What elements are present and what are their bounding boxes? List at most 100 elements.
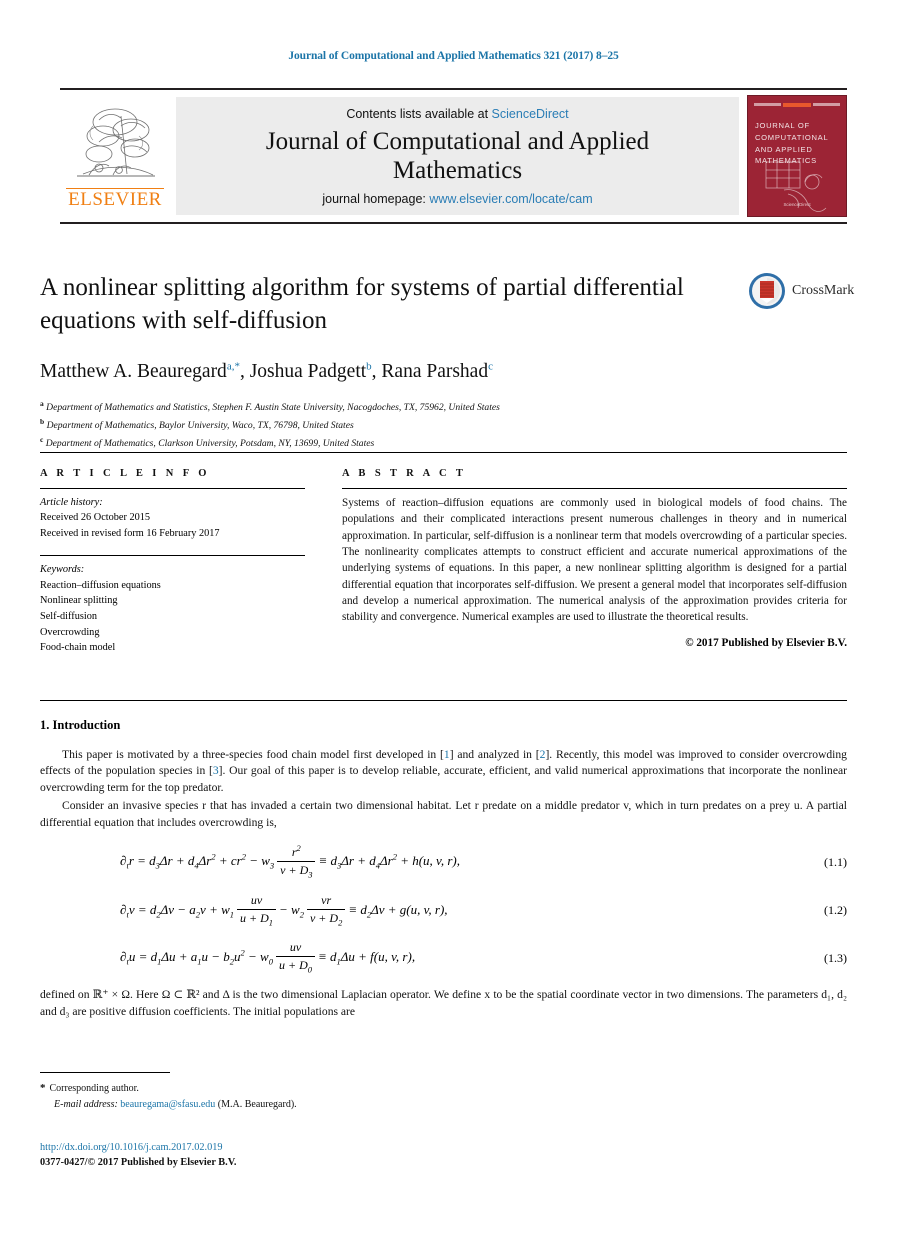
author-1-marks[interactable]: b <box>366 361 372 373</box>
cover-topbar <box>754 101 840 108</box>
paragraph-1: This paper is motivated by a three-speci… <box>40 747 847 796</box>
article-history-group: Article history: Received 26 October 201… <box>40 495 305 541</box>
email-label: E-mail address: <box>54 1099 118 1111</box>
crossmark-icon <box>749 273 785 309</box>
affiliation-a: a Department of Mathematics and Statisti… <box>40 398 740 416</box>
elsevier-tree-icon <box>77 108 155 177</box>
journal-homepage-line: journal homepage: www.elsevier.com/locat… <box>322 192 592 206</box>
abstract-rule <box>342 488 847 489</box>
author-0-name: Matthew A. Beauregard <box>40 361 227 382</box>
author-1: Joshua Padgettb <box>249 361 372 383</box>
keyword-3: Overcrowding <box>40 626 100 638</box>
cover-bar-red <box>783 102 811 107</box>
equation-row-1-3: ∂tu = d1Δu + a1u − b2u2 − w0 uv u + D0 ≡ d1… <box>40 940 847 975</box>
elsevier-logo: ELSEVIER <box>60 90 170 222</box>
affiliation-b-text: Department of Mathematics, Baylor Univer… <box>46 420 354 432</box>
paragraph-1-part-2: ] and analyzed in [ <box>449 748 540 761</box>
keyword-0: Reaction–diffusion equations <box>40 579 161 591</box>
article-history-label: Article history: <box>40 497 103 508</box>
body-column: 1. Introduction This paper is motivated … <box>40 718 847 1022</box>
crossmark-label: CrossMark <box>792 283 855 298</box>
equation-1-1-number: (1.1) <box>824 854 847 869</box>
contents-prefix: Contents lists available at <box>346 106 489 121</box>
paragraph-2: Consider an invasive species r that has … <box>40 799 847 829</box>
homepage-prefix: journal homepage: <box>322 191 426 206</box>
author-list: Matthew A. Beauregarda,*, Joshua Padgett… <box>40 360 493 383</box>
keyword-1: Nonlinear splitting <box>40 595 118 607</box>
affiliation-list: a Department of Mathematics and Statisti… <box>40 398 740 451</box>
journal-homepage-link[interactable]: www.elsevier.com/locate/cam <box>429 192 592 206</box>
abstract-heading: A B S T R A C T <box>342 468 467 479</box>
rule-below-abstract <box>40 700 847 701</box>
doi-link[interactable]: http://dx.doi.org/10.1016/j.cam.2017.02.… <box>40 1140 236 1155</box>
cover-footer: ScienceDirect <box>783 202 811 208</box>
equation-1-2-body: ∂tv = d2Δv − a2v + w1 uv u + D1− w2 vr v + D… <box>40 892 789 928</box>
journal-title: Journal of Computational and Applied Mat… <box>266 127 649 185</box>
article-info-rule <box>40 488 305 489</box>
abstract-column: A B S T R A C T Systems of reaction–diff… <box>342 468 847 649</box>
author-0-marks[interactable]: a,* <box>227 361 240 373</box>
footnote-rule <box>40 1072 170 1073</box>
paper-page: Journal of Computational and Applied Mat… <box>0 0 907 1238</box>
paragraph-3: defined on ℝ⁺ × Ω. Here Ω ⊂ ℝ² and Δ is … <box>40 988 847 1018</box>
author-2: Rana Parshadc <box>381 361 493 383</box>
affiliation-c-mark: c <box>40 434 44 444</box>
journal-cover-thumbnail[interactable]: JOURNAL OF COMPUTATIONAL AND APPLIED MAT… <box>747 95 847 217</box>
affiliation-b: b Department of Mathematics, Baylor Univ… <box>40 416 740 434</box>
journal-title-line-2: Mathematics <box>392 156 523 184</box>
affiliation-a-text: Department of Mathematics and Statistics… <box>46 402 500 414</box>
affiliation-c-text: Department of Mathematics, Clarkson Univ… <box>45 437 375 449</box>
equation-1-3-number: (1.3) <box>824 950 847 965</box>
affiliation-a-mark: a <box>40 399 44 409</box>
rule-above-info <box>40 452 847 453</box>
equation-1-2-math: ∂tv = d2Δv − a2v + w1 uv u + D1− w2 vr v + D… <box>120 892 448 928</box>
cover-bar-1 <box>754 103 782 106</box>
title-block: A nonlinear splitting algorithm for syst… <box>40 272 740 452</box>
running-head: Journal of Computational and Applied Mat… <box>288 50 619 62</box>
footnote-email: E-mail address: beauregama@sfasu.edu (M.… <box>40 1097 540 1113</box>
author-2-name: Rana Parshad <box>381 361 489 382</box>
cover-bar-3 <box>812 103 840 106</box>
doi-block: http://dx.doi.org/10.1016/j.cam.2017.02.… <box>40 1140 236 1171</box>
equation-1-1-body: ∂tr = d3Δr + d4Δr2 + cr2 − w3 r2 v + D3 ≡ d… <box>40 843 789 880</box>
journal-masthead: ELSEVIER Contents lists available at Sci… <box>60 88 847 224</box>
abstract-copyright: © 2017 Published by Elsevier B.V. <box>685 636 847 649</box>
affiliation-b-mark: b <box>40 417 45 427</box>
journal-title-line-1: Journal of Computational and Applied <box>265 127 650 155</box>
footnote-corresponding-author: * Corresponding author. <box>40 1080 540 1097</box>
author-0: Matthew A. Beauregarda,* <box>40 361 240 383</box>
footnote-block: * Corresponding author. E-mail address: b… <box>40 1080 540 1113</box>
sciencedirect-link[interactable]: ScienceDirect <box>492 107 569 121</box>
section-heading-introduction: 1. Introduction <box>40 718 121 732</box>
contents-available-line: Contents lists available at ScienceDirec… <box>346 107 568 121</box>
issn-copyright-line: 0377-0427/© 2017 Published by Elsevier B… <box>40 1157 237 1169</box>
equation-1-3-body: ∂tu = d1Δu + a1u − b2u2 − w0 uv u + D0 ≡ d1… <box>40 940 789 975</box>
email-link[interactable]: beauregama@sfasu.edu <box>120 1099 215 1110</box>
affiliation-c: c Department of Mathematics, Clarkson Un… <box>40 434 740 452</box>
equation-row-1-1: ∂tr = d3Δr + d4Δr2 + cr2 − w3 r2 v + D3 ≡ d… <box>40 843 847 880</box>
elsevier-wordmark: ELSEVIER <box>66 188 164 210</box>
contents-box: Contents lists available at ScienceDirec… <box>176 97 739 215</box>
author-1-name: Joshua Padgett <box>249 361 367 382</box>
equation-row-1-2: ∂tv = d2Δv − a2v + w1 uv u + D1− w2 vr v + D… <box>40 892 847 928</box>
article-history-1: Received in revised form 16 February 201… <box>40 527 220 539</box>
equation-1-2-number: (1.2) <box>824 903 847 918</box>
email-owner: (M.A. Beauregard). <box>217 1099 297 1111</box>
keyword-2: Self-diffusion <box>40 611 98 623</box>
equation-1-1-math: ∂tr = d3Δr + d4Δr2 + cr2 − w3 r2 v + D3 ≡ d… <box>120 843 460 880</box>
equation-1-3-math: ∂tu = d1Δu + a1u − b2u2 − w0 uv u + D0 ≡ d1… <box>120 940 416 975</box>
keywords-rule <box>40 555 305 557</box>
article-info-column: A R T I C L E I N F O Article history: R… <box>40 468 305 670</box>
crossmark-badge[interactable]: CrossMark <box>748 272 854 310</box>
asterisk-icon: * <box>40 1082 46 1094</box>
corresponding-author-text: Corresponding author. <box>49 1083 139 1094</box>
author-2-marks[interactable]: c <box>488 361 493 373</box>
keywords-label: Keywords: <box>40 564 85 576</box>
paragraph-1-part-1: This paper is motivated by a three-speci… <box>62 748 444 761</box>
keyword-4: Food-chain model <box>40 642 116 654</box>
article-history-0: Received 26 October 2015 <box>40 512 151 524</box>
keywords-group: Keywords: Reaction–diffusion equations N… <box>40 562 305 656</box>
article-info-heading: A R T I C L E I N F O <box>40 468 210 479</box>
page-title: A nonlinear splitting algorithm for syst… <box>40 274 684 334</box>
abstract-text: Systems of reaction–diffusion equations … <box>342 497 847 624</box>
